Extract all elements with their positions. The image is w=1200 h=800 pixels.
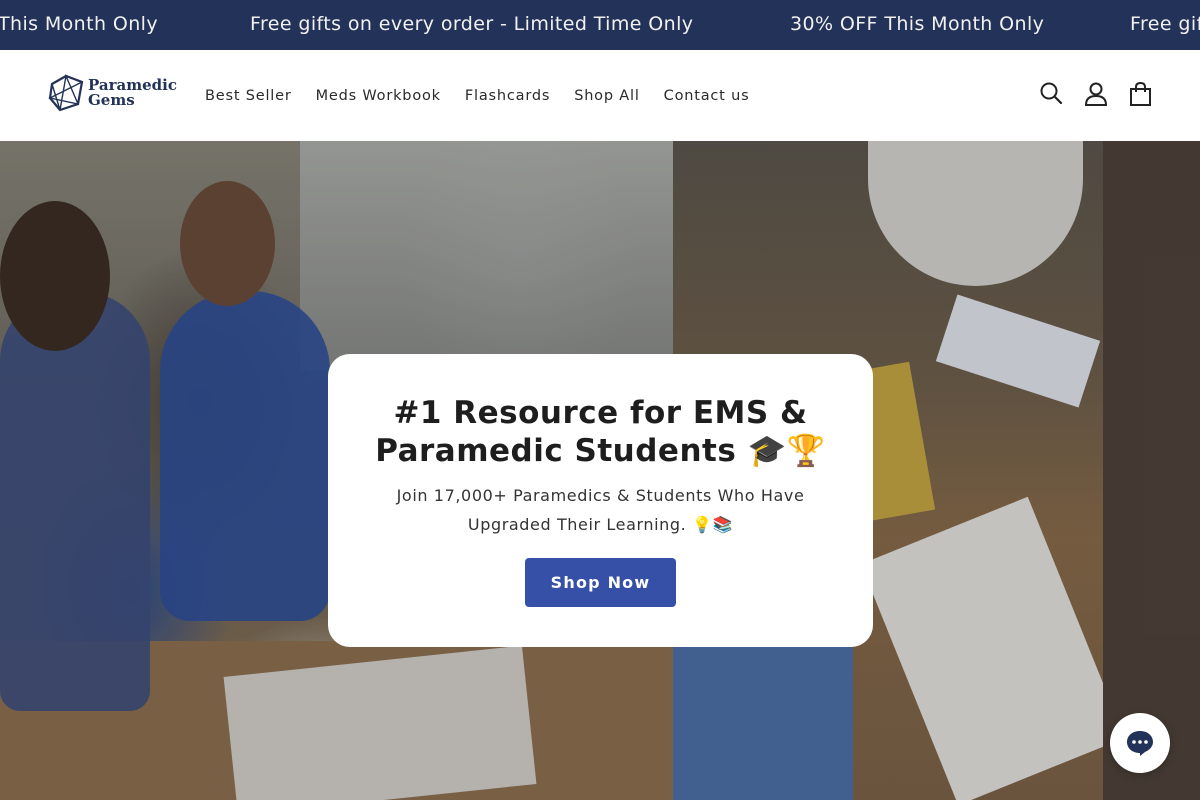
gem-logo-icon	[48, 74, 84, 112]
search-icon[interactable]	[1039, 81, 1065, 107]
account-icon[interactable]	[1083, 81, 1109, 107]
logo-wordmark: Paramedic Gems	[88, 78, 177, 108]
chat-button[interactable]	[1110, 713, 1170, 773]
nav-item-flashcards[interactable]: Flashcards	[465, 88, 550, 104]
logo-line-2: Gems	[88, 91, 135, 109]
announcement-text: 30% OFF This Month Only	[790, 13, 1045, 35]
site-header: Paramedic Gems Best Seller Meds Workbook…	[0, 50, 1200, 141]
announcement-bar: This Month Only Free gifts on every orde…	[0, 0, 1200, 50]
announcement-text: Free gift	[1130, 13, 1200, 35]
hero-banner: #1 Resource for EMS & Paramedic Students…	[0, 141, 1200, 800]
nav-item-contact-us[interactable]: Contact us	[664, 88, 750, 104]
shop-now-button[interactable]: Shop Now	[525, 558, 676, 607]
main-nav: Best Seller Meds Workbook Flashcards Sho…	[205, 50, 773, 141]
hero-subtitle: Join 17,000+ Paramedics & Students Who H…	[396, 486, 805, 534]
hero-card: #1 Resource for EMS & Paramedic Students…	[328, 354, 873, 647]
announcement-text: This Month Only	[0, 13, 158, 35]
nav-item-shop-all[interactable]: Shop All	[574, 88, 639, 104]
cart-icon[interactable]	[1128, 81, 1154, 107]
site-logo[interactable]: Paramedic Gems	[48, 72, 178, 114]
chat-icon	[1127, 731, 1153, 756]
announcement-text: Free gifts on every order - Limited Time…	[250, 13, 694, 35]
hero-title: #1 Resource for EMS & Paramedic Students…	[375, 395, 826, 469]
nav-item-best-seller[interactable]: Best Seller	[205, 88, 292, 104]
nav-item-meds-workbook[interactable]: Meds Workbook	[316, 88, 441, 104]
